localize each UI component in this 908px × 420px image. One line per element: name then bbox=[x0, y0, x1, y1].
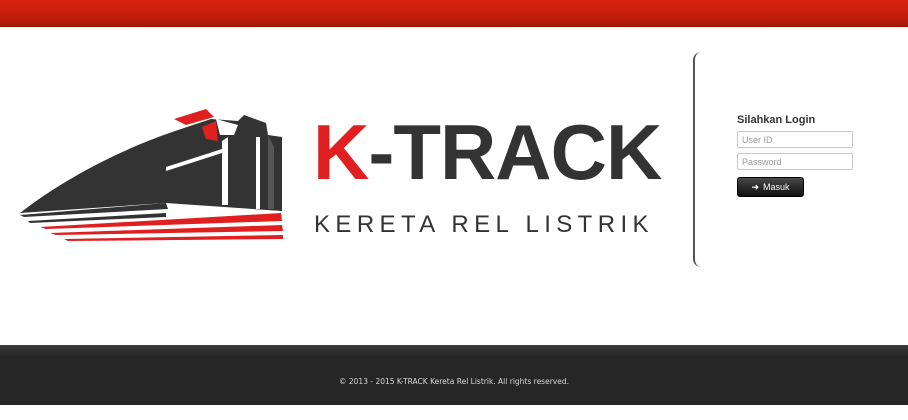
brand-subtitle: KERETA REL LISTRIK bbox=[314, 211, 654, 238]
copyright-text: © 2013 - 2015 K-TRACK Kereta Rel Listrik… bbox=[339, 377, 569, 386]
top-header-bar bbox=[0, 0, 908, 27]
footer: © 2013 - 2015 K-TRACK Kereta Rel Listrik… bbox=[0, 358, 908, 405]
login-form: Silahkan Login ➜ Masuk bbox=[737, 114, 867, 197]
brand-title-k: K bbox=[313, 108, 369, 196]
vertical-divider bbox=[693, 52, 703, 267]
train-logo-icon bbox=[20, 109, 283, 241]
footer-top-band bbox=[0, 345, 908, 358]
user-id-input[interactable] bbox=[737, 131, 853, 148]
password-input[interactable] bbox=[737, 153, 853, 170]
arrow-right-icon: ➜ bbox=[751, 181, 760, 192]
bottom-spacer bbox=[0, 405, 908, 420]
login-heading: Silahkan Login bbox=[737, 114, 816, 126]
brand-title: K-TRACK bbox=[313, 113, 662, 191]
masuk-button[interactable]: ➜ Masuk bbox=[737, 177, 804, 197]
main-content: K-TRACK KERETA REL LISTRIK Silahkan Logi… bbox=[0, 27, 908, 345]
masuk-label: Masuk bbox=[763, 182, 790, 192]
brand-title-rest: -TRACK bbox=[368, 108, 662, 196]
k-track-logo: K-TRACK KERETA REL LISTRIK bbox=[16, 107, 666, 247]
